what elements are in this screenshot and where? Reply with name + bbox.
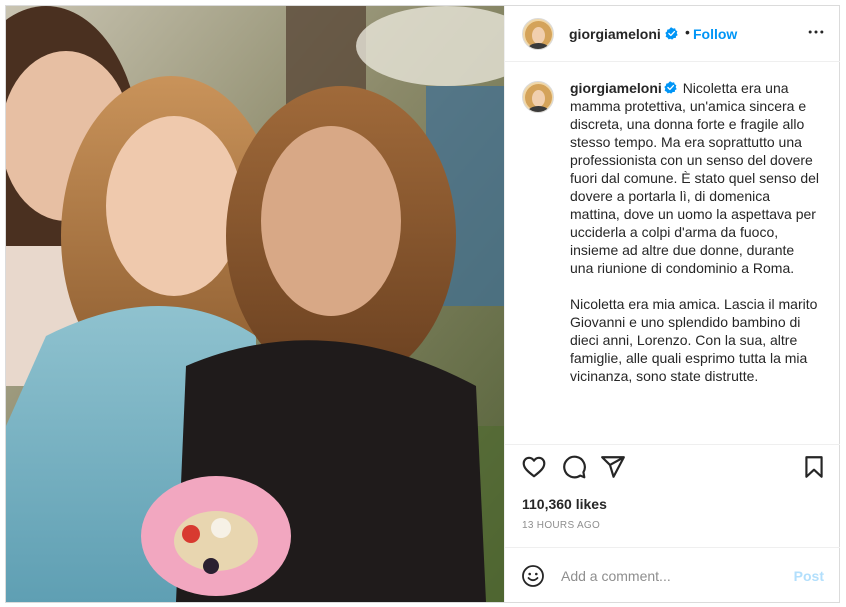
more-options-icon[interactable] bbox=[806, 22, 826, 42]
avatar[interactable] bbox=[522, 18, 554, 50]
instagram-post-window: giorgiameloni • Follow giorgiameloni Nic… bbox=[0, 0, 846, 607]
caption-avatar[interactable] bbox=[522, 81, 554, 113]
heart-icon[interactable] bbox=[521, 454, 547, 480]
verified-badge-icon bbox=[665, 27, 678, 40]
post-timestamp: 13 HOURS AGO bbox=[522, 520, 601, 531]
caption-area: giorgiameloni Nicoletta era una mamma pr… bbox=[505, 63, 840, 445]
comment-input[interactable] bbox=[561, 566, 781, 586]
post-photo[interactable] bbox=[6, 6, 504, 602]
emoji-icon[interactable] bbox=[521, 564, 545, 588]
action-bar bbox=[505, 448, 840, 488]
bookmark-icon[interactable] bbox=[801, 454, 827, 480]
separator-dot: • bbox=[685, 24, 690, 40]
caption-paragraph-2: Nicoletta era mia amica. Lascia il marit… bbox=[570, 296, 818, 384]
follow-button[interactable]: Follow bbox=[693, 26, 737, 42]
share-icon[interactable] bbox=[600, 454, 626, 480]
likes-count[interactable]: 110,360 likes bbox=[522, 496, 607, 512]
verified-badge-icon bbox=[664, 81, 677, 94]
caption-paragraph-1: Nicoletta era una mamma protettiva, un'a… bbox=[570, 80, 820, 276]
caption-text: giorgiameloni Nicoletta era una mamma pr… bbox=[570, 79, 820, 385]
username-link[interactable]: giorgiameloni bbox=[569, 26, 661, 42]
post-comment-button[interactable]: Post bbox=[794, 568, 824, 584]
comment-icon[interactable] bbox=[561, 454, 587, 480]
post-side-panel: giorgiameloni • Follow giorgiameloni Nic… bbox=[504, 6, 840, 602]
comment-bar: Post bbox=[505, 547, 840, 602]
caption-username-link[interactable]: giorgiameloni bbox=[570, 80, 662, 96]
post-header: giorgiameloni • Follow bbox=[505, 6, 840, 62]
selfie-image bbox=[6, 6, 504, 602]
